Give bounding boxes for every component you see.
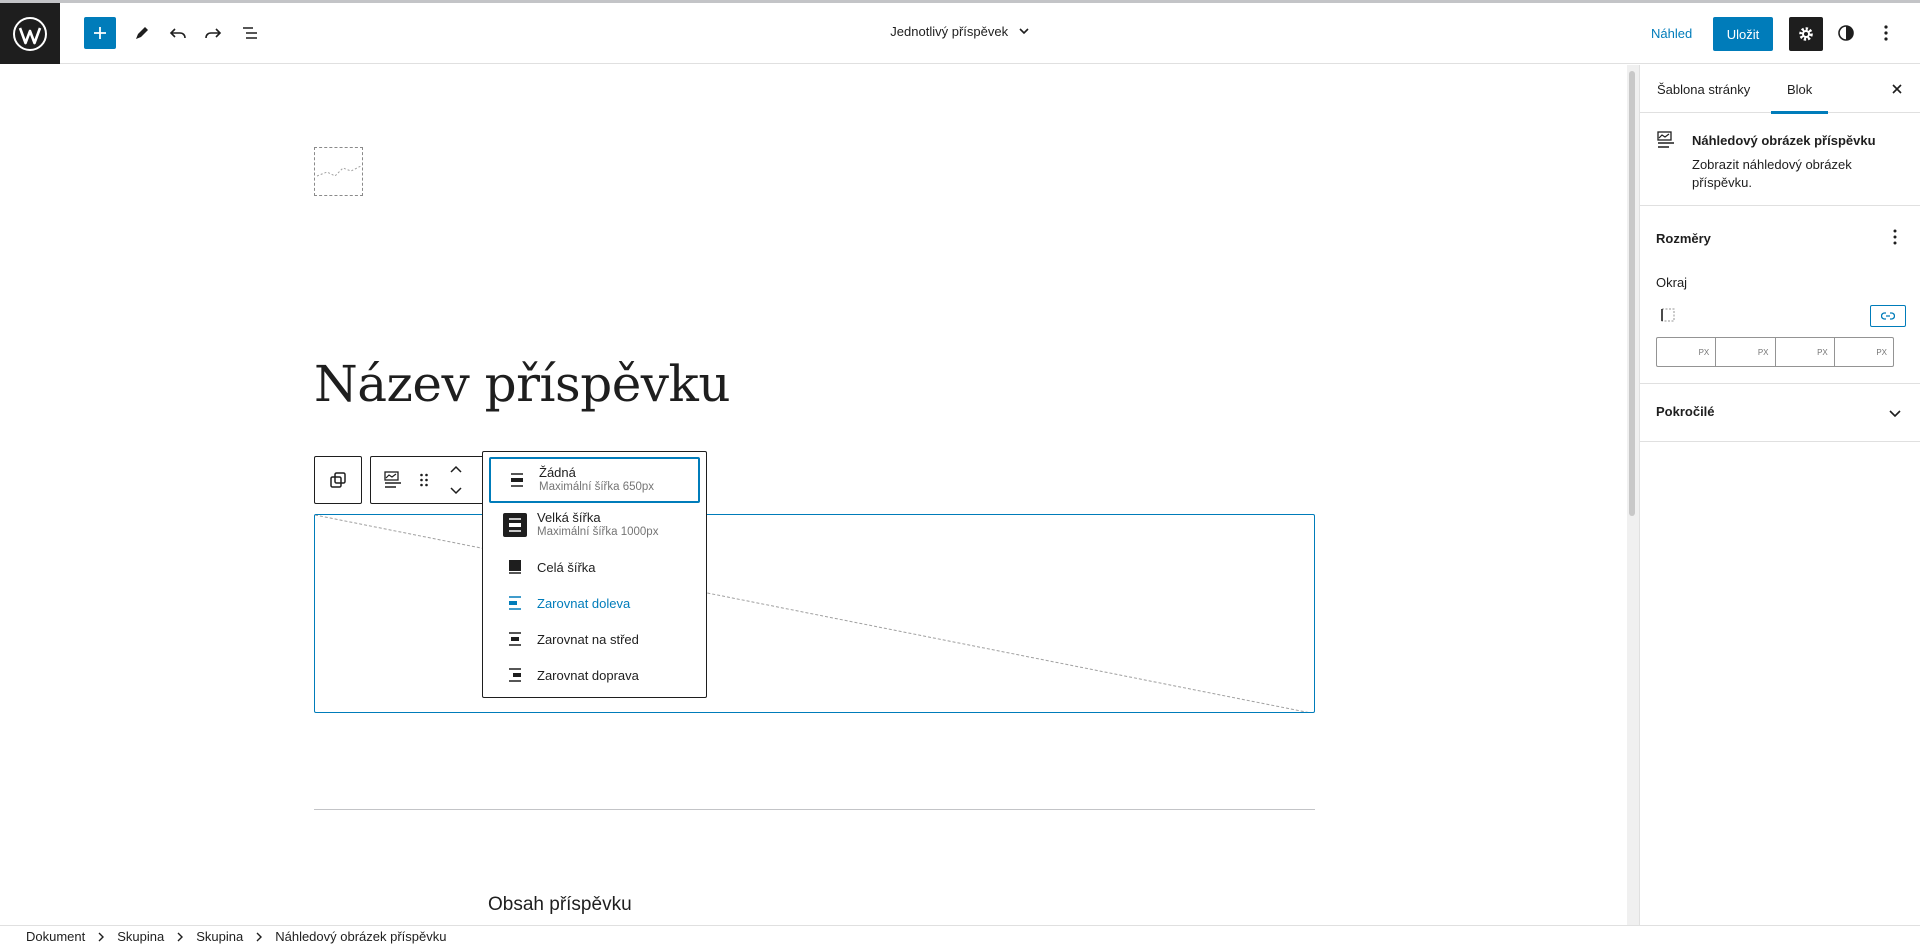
template-title: Jednotlivý příspěvek [890,24,1009,39]
align-option-full[interactable]: Celá šířka [489,549,700,585]
breadcrumb-item: Náhledový obrázek příspěvku [275,929,447,944]
image-placeholder-diagonal [315,515,1309,712]
align-wide-icon [503,513,527,537]
link-sides-button[interactable] [1870,305,1906,327]
margin-bottom-input[interactable]: PX [1776,338,1835,366]
more-vertical-icon [1884,25,1888,41]
align-option-label: Velká šířka [537,510,601,525]
options-button[interactable] [1870,17,1902,49]
breadcrumb-item[interactable]: Dokument [26,929,85,944]
align-option-label: Žádná [539,465,576,480]
align-option-right[interactable]: Zarovnat doprava [489,657,700,693]
close-icon [1892,84,1902,94]
align-option-center[interactable]: Zarovnat na střed [489,621,700,657]
chevron-right-icon [176,932,184,942]
drag-icon [420,473,428,487]
featured-image-icon [384,471,401,488]
breadcrumb-item[interactable]: Skupina [117,929,164,944]
chevron-right-icon [255,932,263,942]
dimensions-title: Rozměry [1656,231,1711,246]
advanced-title: Pokročilé [1656,404,1715,419]
align-center-icon [503,627,527,651]
margin-right-input[interactable]: PX [1716,338,1776,366]
block-card: Náhledový obrázek příspěvku Zobrazit náh… [1640,114,1920,206]
margin-left-input[interactable]: PX [1835,338,1893,366]
unit-label: PX [1757,348,1769,357]
contrast-icon [1838,25,1854,41]
tab-block[interactable]: Blok [1771,65,1829,114]
block-name: Náhledový obrázek příspěvku [1692,133,1876,148]
align-right-icon [503,663,527,687]
unit-label: PX [1817,348,1828,357]
styles-button[interactable] [1830,17,1862,49]
sides-icon[interactable] [1661,308,1675,322]
align-option-label: Zarovnat doleva [537,595,631,611]
post-title[interactable]: Název příspěvku [314,355,731,413]
chevron-down-icon [1018,25,1030,40]
canvas-scrollbar[interactable] [1627,65,1639,925]
breadcrumb: Dokument Skupina Skupina Náhledový obráz… [0,925,1920,947]
featured-image-icon [1656,130,1676,153]
gear-icon [1799,27,1813,41]
advanced-panel[interactable]: Pokročilé [1640,384,1920,442]
align-option-sub: Maximální šířka 1000px [537,526,659,538]
scrollbar-thumb[interactable] [1629,71,1635,516]
more-vertical-icon [1893,229,1897,245]
tab-template[interactable]: Šablona stránky [1657,65,1750,113]
template-title-dropdown[interactable]: Jednotlivý příspěvek [0,24,1920,40]
align-option-left[interactable]: Zarovnat doleva [489,585,700,621]
alignment-dropdown-menu: Žádná Maximální šířka 650px Velká šířka … [482,451,707,698]
separator[interactable] [314,809,1315,810]
align-full-icon [503,555,527,579]
select-parent-block-button[interactable] [314,456,362,504]
align-option-wide[interactable]: Velká šířka Maximální šířka 1000px [489,505,700,545]
block-type-button[interactable] [377,457,409,503]
settings-sidebar: Šablona stránky Blok Náhledový obrázek p… [1639,65,1920,925]
link-icon [1881,312,1895,320]
align-left-icon [503,591,527,615]
preview-button[interactable]: Náhled [1651,26,1692,41]
block-description: Zobrazit náhledový obrázek příspěvku. [1692,157,1852,190]
align-option-none[interactable]: Žádná Maximální šířka 650px [489,457,700,503]
settings-button[interactable] [1789,17,1823,51]
image-placeholder-icon [316,165,362,177]
align-option-sub: Maximální šířka 650px [539,481,655,493]
margin-inputs: PX PX PX PX [1656,337,1894,367]
site-logo-placeholder[interactable] [314,147,363,196]
unit-label: PX [1698,348,1710,357]
sidebar-tabs: Šablona stránky Blok [1640,65,1920,114]
close-sidebar-button[interactable] [1885,77,1909,101]
align-option-label: Celá šířka [537,559,596,575]
chevron-up-down-icon [450,465,462,495]
featured-image-block[interactable] [314,514,1315,713]
breadcrumb-item[interactable]: Skupina [196,929,243,944]
editor-header: Jednotlivý příspěvek Náhled Uložit [0,3,1920,64]
dimensions-options-button[interactable] [1892,228,1898,249]
align-option-label: Zarovnat na střed [537,631,639,647]
margin-label: Okraj [1656,275,1688,290]
align-option-label: Zarovnat doprava [537,667,639,683]
chevron-down-icon [1888,406,1902,423]
save-button[interactable]: Uložit [1713,17,1773,51]
align-none-icon [505,468,529,492]
unit-label: PX [1876,348,1887,357]
move-up-down-button[interactable] [441,457,471,503]
margin-top-input[interactable]: PX [1657,338,1717,366]
chevron-right-icon [97,932,105,942]
post-content[interactable]: Obsah příspěvku [488,894,632,916]
drag-handle[interactable] [411,457,437,503]
parent-block-icon [330,472,346,488]
editor-canvas[interactable]: Název příspěvku Obsah příspěvku [0,65,1627,925]
